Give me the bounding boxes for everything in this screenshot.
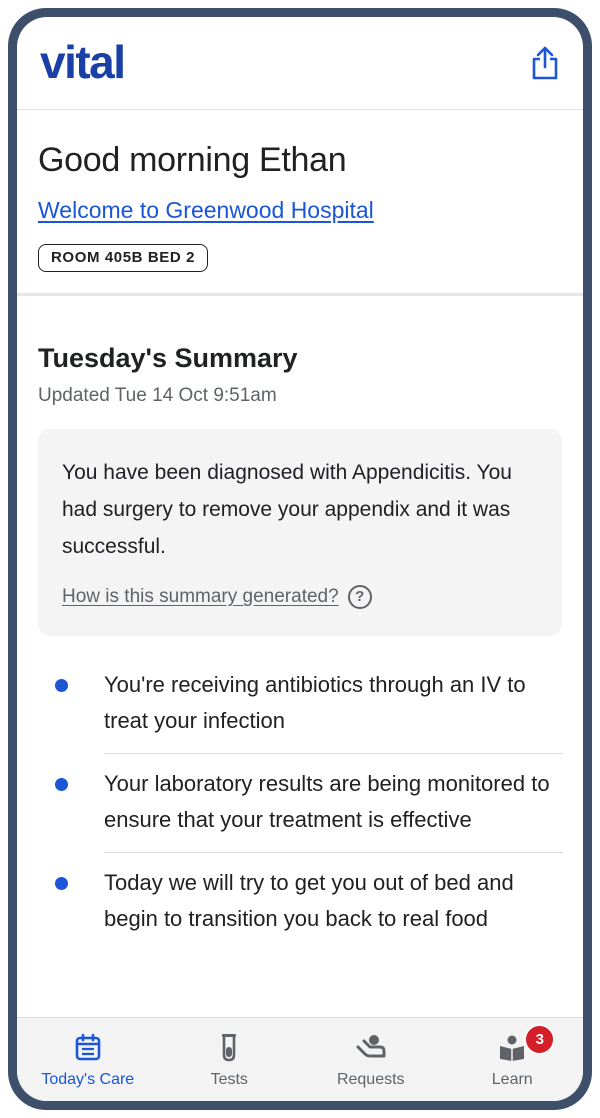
nav-label-tests: Tests (210, 1071, 248, 1088)
summary-title: Tuesday's Summary (38, 343, 298, 373)
nav-item-todays-care[interactable]: Today's Care (17, 1018, 159, 1101)
greeting-section: Good morning Ethan Welcome to Greenwood … (17, 110, 583, 296)
greeting-title: Good morning Ethan (38, 141, 347, 179)
bullet-text: You're receiving antibiotics through an … (104, 655, 563, 754)
how-summary-generated-link[interactable]: How is this summary generated? ? (62, 585, 372, 609)
screen: vital Good morning Ethan Welcome to Gree… (17, 17, 583, 1101)
nav-item-requests[interactable]: Requests (300, 1018, 442, 1101)
book-reader-icon (497, 1032, 527, 1062)
share-button[interactable] (527, 43, 563, 83)
nav-item-tests[interactable]: Tests (159, 1018, 301, 1101)
summary-text: You have been diagnosed with Appendiciti… (62, 461, 512, 558)
app-header: vital (17, 17, 583, 110)
bullet-item: Your laboratory results are being monito… (17, 754, 583, 853)
test-tube-icon (214, 1032, 244, 1062)
share-icon (532, 46, 558, 80)
room-badge: ROOM 405B BED 2 (38, 244, 209, 272)
summary-card: You have been diagnosed with Appendiciti… (38, 429, 562, 636)
bullet-text: Today we will try to get you out of bed … (104, 870, 514, 931)
device-frame: vital Good morning Ethan Welcome to Gree… (8, 8, 592, 1110)
bullet-dot-icon (55, 679, 68, 692)
bullet-dot-icon (55, 778, 68, 791)
nav-item-learn[interactable]: Learn 3 (442, 1018, 584, 1101)
hand-person-icon (356, 1032, 386, 1062)
how-summary-label: How is this summary generated? (62, 586, 339, 607)
calendar-icon (73, 1032, 103, 1062)
nav-label-requests: Requests (336, 1071, 405, 1088)
welcome-link[interactable]: Welcome to Greenwood Hospital (38, 197, 374, 224)
vital-logo: vital (40, 36, 126, 88)
notification-badge: 3 (524, 1024, 556, 1055)
nav-label-todays-care: Today's Care (41, 1071, 135, 1088)
bullet-dot-icon (55, 877, 68, 890)
bullet-text: Your laboratory results are being monito… (104, 754, 563, 853)
nav-label-learn: Learn (491, 1071, 533, 1088)
summary-updated: Updated Tue 14 Oct 9:51am (38, 385, 277, 406)
summary-bullets: You're receiving antibiotics through an … (17, 655, 583, 951)
bullet-item: Today we will try to get you out of bed … (17, 853, 583, 951)
bottom-nav: Today's Care Tests Requests Learn 3 (17, 1017, 583, 1101)
bullet-item: You're receiving antibiotics through an … (17, 655, 583, 754)
help-icon: ? (347, 585, 372, 609)
